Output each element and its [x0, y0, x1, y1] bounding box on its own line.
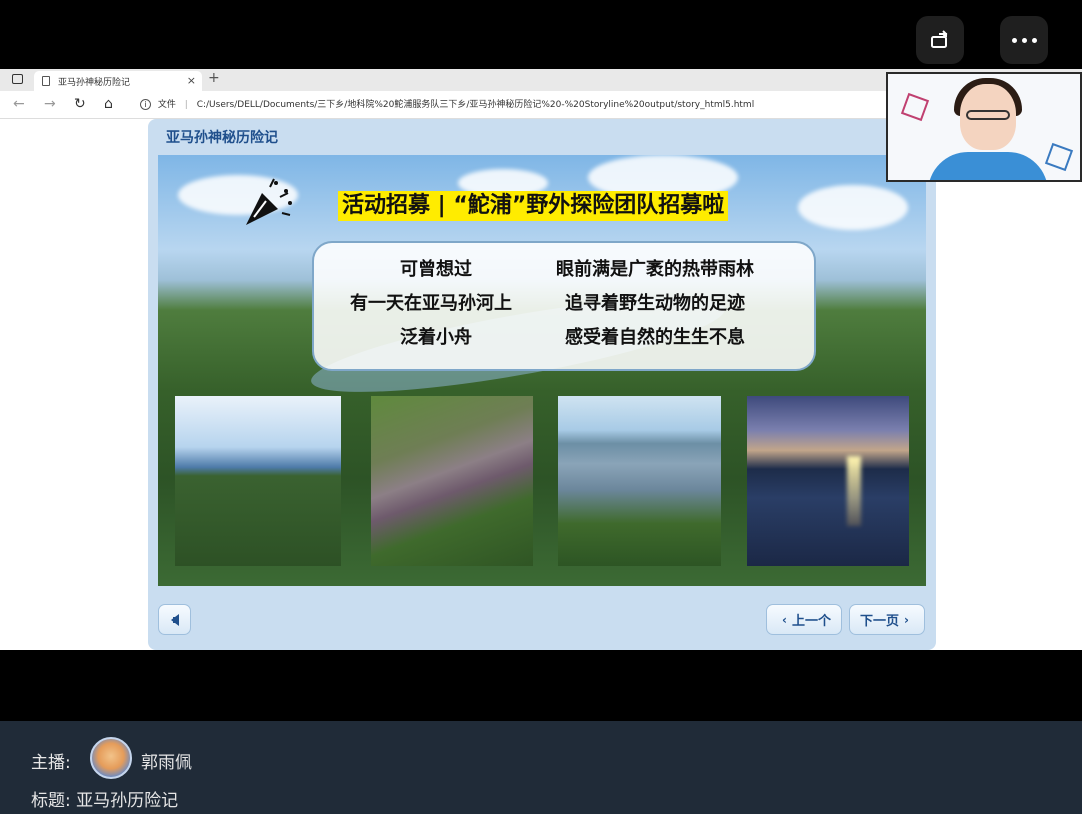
next-label: 下一页: [860, 614, 900, 629]
rotate-screen-icon: [931, 30, 948, 48]
host-name[interactable]: 郭雨佩: [141, 748, 192, 773]
document-icon: [42, 76, 50, 86]
party-popper-icon: [246, 178, 292, 225]
webcam-overlay: [886, 72, 1082, 182]
more-dots-icon: [1011, 37, 1037, 43]
river-bank-photo: [558, 396, 721, 566]
info-icon: i: [140, 99, 151, 110]
address-prefix: 文件: [157, 100, 176, 110]
volume-button[interactable]: [158, 604, 191, 635]
address-separator: |: [184, 100, 188, 110]
storyline-player: 亚马孙神秘历险记 活动招募 | “鮀浦”野外探险团队招募啦 可曾想过 有一天在亚…: [148, 119, 936, 650]
slide: 活动招募 | “鮀浦”野外探险团队招募啦 可曾想过 有一天在亚马孙河上 泛着小舟…: [158, 155, 926, 586]
cloud: [798, 185, 908, 230]
rotate-screen-button[interactable]: [916, 16, 964, 64]
poem-left-line: 可曾想过: [400, 259, 472, 280]
next-button[interactable]: 下一页 ›: [849, 604, 925, 635]
new-tab-button[interactable]: +: [208, 70, 220, 86]
speaker-icon: [170, 613, 179, 626]
recruitment-headline: 活动招募 | “鮀浦”野外探险团队招募啦: [338, 191, 729, 221]
url-field[interactable]: i 文件 | C:/Users/DELL/Documents/三下乡/地科院%2…: [140, 97, 754, 110]
host-label: 主播:: [31, 753, 71, 773]
browser-tab[interactable]: 亚马孙神秘历险记 ×: [34, 71, 202, 91]
player-title: 亚马孙神秘历险记: [166, 130, 278, 146]
poem-right-line: 眼前满是广袤的热带雨林: [556, 259, 754, 280]
more-options-button[interactable]: [1000, 16, 1048, 64]
title-label: 标题:: [31, 791, 71, 811]
stream-info-bar: 主播: 郭雨佩 标题: 亚马孙历险记: [0, 721, 1082, 814]
river-meander-photo: [371, 396, 533, 566]
prev-button[interactable]: ‹ 上一个: [766, 604, 842, 635]
poem-right-line: 追寻着野生动物的足迹: [565, 293, 745, 314]
presenter-glasses: [966, 110, 1010, 120]
rainforest-photo: [175, 396, 341, 566]
cube-decoration: [900, 92, 930, 122]
reload-icon[interactable]: ↻: [74, 96, 86, 112]
prev-label: 上一个: [791, 614, 831, 629]
poem-left-line: 有一天在亚马孙河上: [350, 293, 512, 314]
poem-left-line: 泛着小舟: [400, 327, 472, 348]
poem-box: 可曾想过 有一天在亚马孙河上 泛着小舟 眼前满是广袤的热带雨林 追寻着野生动物的…: [312, 241, 816, 371]
presenter-shirt: [928, 152, 1048, 180]
chevron-left-icon: ‹: [782, 612, 787, 627]
tab-close-icon[interactable]: ×: [187, 74, 196, 87]
title-value: 亚马孙历险记: [76, 791, 179, 811]
cube-decoration: [1044, 142, 1074, 172]
chevron-right-icon: ›: [904, 612, 909, 627]
host-avatar[interactable]: [90, 737, 132, 779]
live-stream-screen: 亚马孙神秘历险记 × + ← → ↻ ⌂ i 文件 | C:/Users/DEL…: [0, 0, 1082, 814]
address-url: C:/Users/DELL/Documents/三下乡/地科院%20鮀浦服务队三…: [196, 100, 755, 110]
stream-title: 标题: 亚马孙历险记: [31, 786, 178, 811]
forward-arrow-icon[interactable]: →: [44, 96, 56, 112]
tab-title: 亚马孙神秘历险记: [58, 77, 131, 88]
sunset-river-photo: [747, 396, 909, 566]
poem-right-line: 感受着自然的生生不息: [565, 327, 745, 348]
back-arrow-icon[interactable]: ←: [13, 96, 25, 112]
window-menu-icon[interactable]: [12, 74, 23, 84]
home-icon[interactable]: ⌂: [104, 96, 113, 112]
